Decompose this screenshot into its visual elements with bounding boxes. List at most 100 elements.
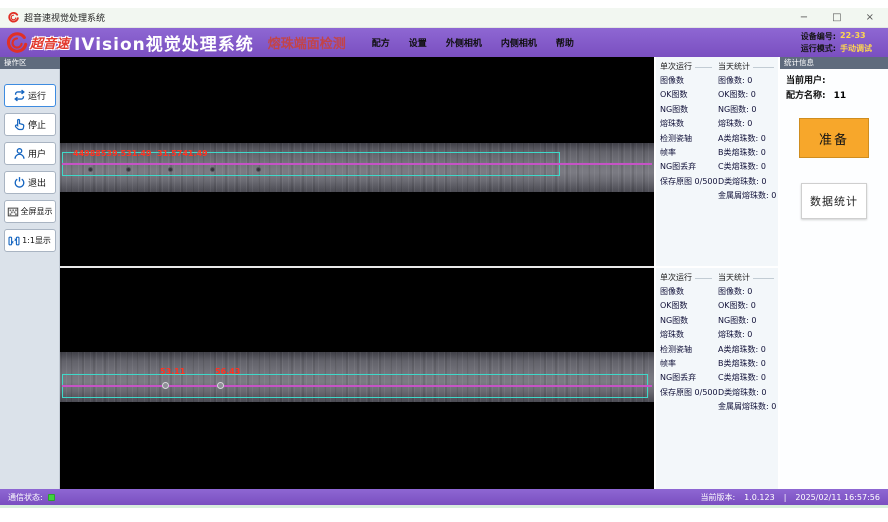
stat-item: B类熔珠数: 0 <box>716 357 776 371</box>
stat-item: 检测瓷轴 <box>658 132 714 146</box>
menu-item-help[interactable]: 帮助 <box>556 36 574 49</box>
bead-marker <box>210 167 215 172</box>
stat-item: NG图丢弃 <box>658 371 714 385</box>
outer-camera-viewport[interactable]: 44988539.531.49 31.5741.49 <box>60 57 654 266</box>
recipe-name-label: 配方名称: <box>786 91 826 101</box>
stop-button[interactable]: 停止 <box>4 113 56 136</box>
viewport-column: 44988539.531.49 31.5741.49 53.11 56.43 <box>60 57 654 489</box>
sidebar-title: 操作区 <box>0 57 60 69</box>
comm-status-indicator <box>48 494 55 501</box>
daily-stats-list: 图像数: 0OK图数: 0NG图数: 0熔珠数: 0A类熔珠数: 0B类熔珠数:… <box>716 74 776 204</box>
menu-item-outer-camera[interactable]: 外侧相机 <box>446 36 482 49</box>
measure-point-marker <box>217 382 224 389</box>
app-subtitle: 熔珠端面检测 <box>268 33 346 52</box>
menu-item-settings[interactable]: 设置 <box>409 36 427 49</box>
single-run-title: 单次运行 <box>660 272 692 283</box>
measure-point-marker <box>162 382 169 389</box>
menu-item-inner-camera[interactable]: 内侧相机 <box>501 36 537 49</box>
stat-item: OK图数: 0 <box>716 299 776 313</box>
stat-item: A类熔珠数: 0 <box>716 343 776 357</box>
daily-stats-group: 当天统计 图像数: 0OK图数: 0NG图数: 0熔珠数: 0A类熔珠数: 0B… <box>716 271 776 486</box>
daily-stats-group: 当天统计 图像数: 0OK图数: 0NG图数: 0熔珠数: 0A类熔珠数: 0B… <box>716 60 776 263</box>
app-title: IVision视觉处理系统 <box>74 30 254 55</box>
info-panel-title: 统计信息 <box>780 57 888 69</box>
comm-status-label: 通信状态: <box>8 492 43 503</box>
close-button[interactable]: × <box>866 13 874 23</box>
stat-item: OK图数 <box>658 299 714 313</box>
bead-marker <box>168 167 173 172</box>
one-to-one-button[interactable]: 1:1显示 <box>4 229 56 252</box>
stat-item: B类熔珠数: 0 <box>716 146 776 160</box>
run-mode-label: 运行模式: <box>801 43 836 54</box>
prepare-button[interactable]: 准备 <box>799 118 869 158</box>
info-panel: 统计信息 当前用户: 配方名称: 11 准备 数据统计 <box>778 57 888 489</box>
device-info: 设备编号: 22-33 运行模式: 手动调试 <box>801 31 882 54</box>
bead-marker <box>126 167 131 172</box>
data-stats-button[interactable]: 数据统计 <box>801 183 867 219</box>
power-icon <box>13 176 26 189</box>
titlebar[interactable]: 超音速视觉处理系统 − □ × <box>0 8 888 28</box>
stat-item: NG图数 <box>658 103 714 117</box>
main-area: 操作区 运行 停止 <box>0 57 888 489</box>
recipe-name-value: 11 <box>834 91 847 101</box>
app-icon <box>8 12 19 23</box>
window-bottom-edge <box>0 505 888 508</box>
stat-item: 熔珠数: 0 <box>716 328 776 342</box>
stat-item: A类熔珠数: 0 <box>716 132 776 146</box>
stat-item: C类熔珠数: 0 <box>716 371 776 385</box>
stat-item: 帧率 <box>658 146 714 160</box>
datetime-value: 2025/02/11 16:57:56 <box>795 493 880 502</box>
bead-marker <box>88 167 93 172</box>
stat-item: 保存原图 0/500 <box>658 175 714 189</box>
point-label: 56.43 <box>215 367 240 376</box>
info-panel-body: 当前用户: 配方名称: 11 准备 数据统计 <box>780 69 888 489</box>
run-button[interactable]: 运行 <box>4 84 56 107</box>
minimize-button[interactable]: − <box>800 13 808 23</box>
window-title: 超音速视觉处理系统 <box>24 11 105 24</box>
daily-stats-title: 当天统计 <box>718 61 750 72</box>
stat-item: NG图数 <box>658 314 714 328</box>
brand: 超音速 <box>6 32 69 54</box>
user-button[interactable]: 用户 <box>4 142 56 165</box>
stat-item: NG图丢弃 <box>658 160 714 174</box>
stats-panel-inner: 单次运行 图像数OK图数NG图数熔珠数检测瓷轴帧率NG图丢弃保存原图 0/500… <box>656 268 778 489</box>
menu-bar: 配方 设置 外侧相机 内侧相机 帮助 <box>372 36 574 49</box>
single-run-group: 单次运行 图像数OK图数NG图数熔珠数检测瓷轴帧率NG图丢弃保存原图 0/500 <box>658 271 714 486</box>
run-button-label: 运行 <box>28 89 46 102</box>
sidebar: 操作区 运行 停止 <box>0 57 60 489</box>
inner-camera-viewport[interactable]: 53.11 56.43 <box>60 268 654 489</box>
current-user-label: 当前用户: <box>786 76 826 86</box>
daily-stats-title: 当天统计 <box>718 272 750 283</box>
daily-stats-list: 图像数: 0OK图数: 0NG图数: 0熔珠数: 0A类熔珠数: 0B类熔珠数:… <box>716 285 776 415</box>
app-header: 超音速 IVision视觉处理系统 熔珠端面检测 配方 设置 外侧相机 内侧相机… <box>0 28 888 57</box>
exit-button-label: 退出 <box>28 176 46 189</box>
maximize-button[interactable]: □ <box>832 13 841 23</box>
stat-item: OK图数: 0 <box>716 88 776 102</box>
stat-item: NG图数: 0 <box>716 103 776 117</box>
stat-item: 图像数: 0 <box>716 74 776 88</box>
stat-item: OK图数 <box>658 88 714 102</box>
stop-button-label: 停止 <box>28 118 46 131</box>
stat-item: NG图数: 0 <box>716 314 776 328</box>
one-to-one-button-label: 1:1显示 <box>22 235 51 246</box>
run-icon <box>13 89 26 102</box>
stat-item: 图像数 <box>658 285 714 299</box>
user-icon <box>13 147 26 160</box>
measure-line-overlay <box>62 385 652 387</box>
menu-item-recipe[interactable]: 配方 <box>372 36 390 49</box>
stat-item: 熔珠数: 0 <box>716 117 776 131</box>
sidebar-body: 运行 停止 用户 <box>0 69 60 489</box>
stat-item: 金属屑熔珠数: 0 <box>716 400 776 414</box>
run-mode-value: 手动调试 <box>840 43 872 54</box>
stats-column: 单次运行 图像数OK图数NG图数熔珠数检测瓷轴帧率NG图丢弃保存原图 0/500… <box>654 57 778 489</box>
exit-button[interactable]: 退出 <box>4 171 56 194</box>
fullscreen-button[interactable]: 全屏显示 <box>4 200 56 223</box>
bead-marker <box>256 167 261 172</box>
stat-item: C类熔珠数: 0 <box>716 160 776 174</box>
device-number-value: 22-33 <box>840 31 872 42</box>
version-label: 当前版本: <box>700 492 735 503</box>
fullscreen-icon <box>7 206 19 218</box>
point-label: 53.11 <box>160 367 185 376</box>
stats-panel-outer: 单次运行 图像数OK图数NG图数熔珠数检测瓷轴帧率NG图丢弃保存原图 0/500… <box>656 57 778 266</box>
user-button-label: 用户 <box>28 147 46 160</box>
